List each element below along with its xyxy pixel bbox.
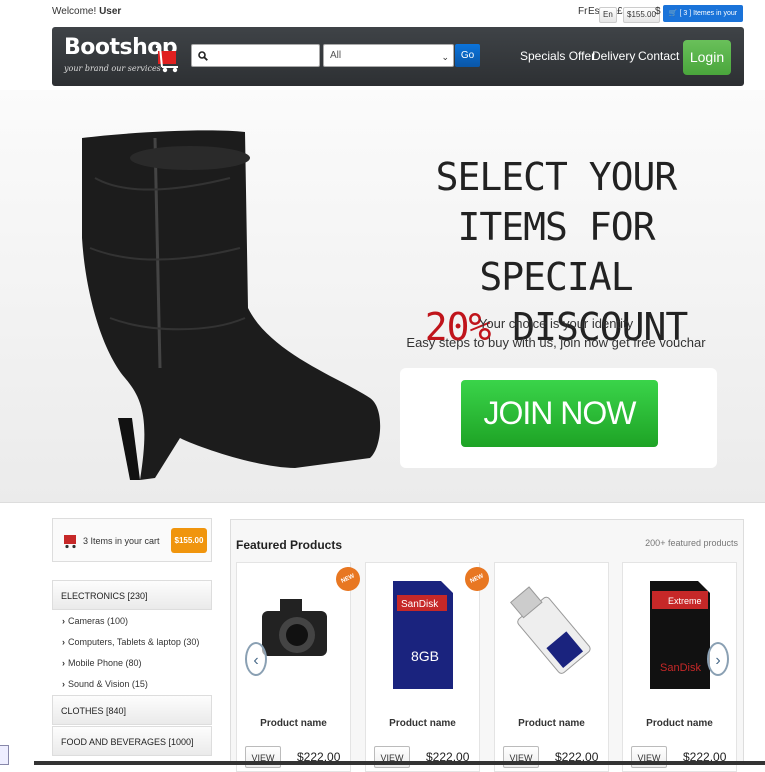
bottom-bar <box>34 761 765 765</box>
logo-tagline: your brand our services <box>64 64 161 73</box>
hero-subtitle: Your choice is your identity Easy steps … <box>396 314 716 352</box>
subtitle-line-1: Your choice is your identity <box>478 316 634 331</box>
subcategory-mobile-phone[interactable]: › Mobile Phone (80) <box>52 653 212 674</box>
category-food-beverages[interactable]: FOOD AND BEVERAGES [1000] <box>52 726 212 756</box>
shopping-cart-icon <box>64 535 76 549</box>
sidebar-cart-text: 3 Items in your cart <box>83 536 160 546</box>
svg-text:8GB: 8GB <box>411 648 439 664</box>
camera-image <box>262 599 327 656</box>
side-tab[interactable] <box>0 745 9 765</box>
cart-icon: 🛒 <box>668 10 678 17</box>
username[interactable]: User <box>99 6 121 17</box>
featured-count[interactable]: 200+ featured products <box>645 538 738 548</box>
carousel-prev-icon[interactable]: ‹ <box>245 642 267 676</box>
hero-banner: SELECT YOUR ITEMS FOR SPECIAL 20% DISCOU… <box>0 90 765 503</box>
product-card[interactable]: SanDisk 8GB Product name VIEW $222.00 <box>365 562 480 772</box>
category-electronics[interactable]: ELECTRONICS [230] <box>52 580 212 610</box>
sd-card-image: SanDisk 8GB <box>393 581 453 689</box>
chevron-right-icon: › <box>62 679 65 689</box>
product-name[interactable]: Product name <box>237 718 350 729</box>
top-bar: Welcome! User Fr Es En £ $155.00 $ 🛒 [ 3… <box>0 0 765 34</box>
category-select[interactable]: All ⌄ <box>323 44 454 67</box>
headline-line-1: SELECT YOUR <box>435 155 678 199</box>
sidebar-cart[interactable]: 3 Items in your cart $155.00 <box>52 518 212 562</box>
svg-text:SanDisk: SanDisk <box>401 599 439 610</box>
nav-link-delivery[interactable]: Delivery <box>592 49 635 63</box>
svg-text:Extreme: Extreme <box>668 596 702 606</box>
featured-products: Featured Products 200+ featured products… <box>230 519 744 772</box>
product-name[interactable]: Product name <box>623 718 736 729</box>
sidebar-cart-total[interactable]: $155.00 <box>171 528 207 553</box>
chevron-down-icon: ⌄ <box>441 52 449 62</box>
lang-fr-link[interactable]: Fr <box>578 6 587 17</box>
headline-line-2: ITEMS FOR SPECIAL <box>457 205 656 299</box>
currency-dollar-link[interactable]: $ <box>655 6 661 17</box>
subcategory-sound-vision[interactable]: › Sound & Vision (15) <box>52 674 212 695</box>
sd-card-extreme-image: Extreme SanDisk <box>650 581 710 689</box>
login-button[interactable]: Login <box>683 40 731 75</box>
chevron-right-icon: › <box>62 616 65 626</box>
search-icon <box>198 51 208 61</box>
logo-cart-icon <box>156 46 178 73</box>
nav-link-contact[interactable]: Contact <box>638 49 679 63</box>
go-button[interactable]: Go <box>455 44 480 67</box>
currency-pound-link[interactable]: £ <box>617 6 623 17</box>
usb-card-reader-image <box>510 586 591 674</box>
chevron-right-icon: › <box>62 637 65 647</box>
search-input[interactable] <box>191 44 320 67</box>
lang-es-link[interactable]: Es <box>588 6 600 17</box>
svg-text:SanDisk: SanDisk <box>660 662 701 674</box>
navbar: Bootshop your brand our services All ⌄ G… <box>52 27 744 86</box>
featured-title: Featured Products <box>236 538 343 552</box>
subtitle-line-2: Easy steps to buy with us, join now get … <box>406 335 706 350</box>
product-card[interactable]: Product name VIEW $222.00 <box>494 562 609 772</box>
nav-link-specials-offer[interactable]: Specials Offer <box>520 49 595 63</box>
cart-button[interactable]: 🛒 [ 3 ] Itemes in your cart <box>663 5 743 34</box>
welcome-text: Welcome! User <box>52 6 122 17</box>
chevron-right-icon: › <box>62 658 65 668</box>
lang-en-button[interactable]: En <box>599 7 617 23</box>
category-select-value: All <box>330 50 342 61</box>
carousel-next-icon[interactable]: › <box>707 642 729 676</box>
product-name[interactable]: Product name <box>495 718 608 729</box>
category-clothes[interactable]: CLOTHES [840] <box>52 695 212 725</box>
subcategory-computers[interactable]: › Computers, Tablets & laptop (30) <box>52 632 212 653</box>
join-now-button[interactable]: JOIN NOW <box>461 380 658 447</box>
boot-image <box>82 130 381 480</box>
logo[interactable]: Bootshop your brand our services <box>64 35 179 77</box>
product-name[interactable]: Product name <box>366 718 479 729</box>
category-list: ELECTRONICS [230] › Cameras (100) › Comput… <box>52 580 212 757</box>
subcategory-cameras[interactable]: › Cameras (100) <box>52 611 212 632</box>
